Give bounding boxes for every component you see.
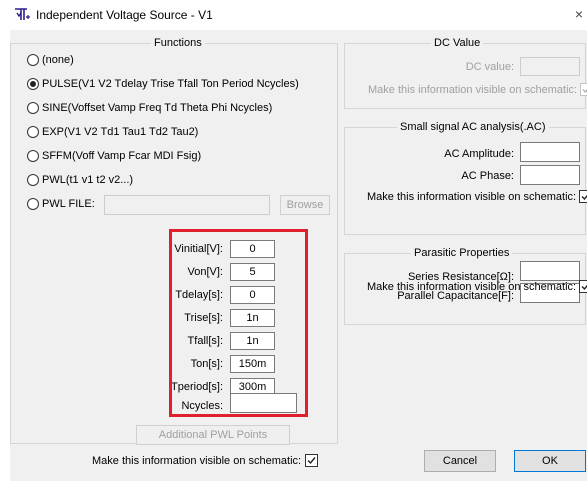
dc-value-group: DC Value [344,37,586,109]
radio-pulse-button[interactable] [27,78,39,90]
radio-pulse[interactable]: PULSE(V1 V2 Tdelay Trise Tfall Ton Perio… [27,78,299,90]
additional-pwl-points-button[interactable]: Additional PWL Points [136,425,290,445]
ac-analysis-group-title: Small signal AC analysis(.AC) [397,121,549,133]
radio-pulse-label: PULSE(V1 V2 Tdelay Trise Tfall Ton Perio… [42,78,299,90]
dc-visible-label: Make this information visible on schemat… [368,83,578,96]
ok-button[interactable]: OK [514,450,586,472]
title-bar: Independent Voltage Source - V1 × [0,0,587,30]
window-title: Independent Voltage Source - V1 [36,8,213,22]
radio-exp-button[interactable] [27,126,39,138]
radio-exp-label: EXP(V1 V2 Td1 Tau1 Td2 Tau2) [42,126,199,138]
ac-amplitude-label: AC Amplitude: [444,148,514,160]
close-icon[interactable]: × [575,6,583,22]
radio-pwl-label: PWL(t1 v1 t2 v2...) [42,174,134,186]
dc-value-label: DC value: [465,61,514,73]
radio-exp[interactable]: EXP(V1 V2 Td1 Tau1 Td2 Tau2) [27,126,198,138]
radio-none-button[interactable] [27,54,39,66]
radio-pwl-button[interactable] [27,174,39,186]
ac-visible-row: Make this information visible on schemat… [367,190,587,203]
ac-visible-checkbox[interactable] [579,190,587,203]
series-resistance-input[interactable] [520,261,580,281]
parasitic-visible-checkbox[interactable] [579,280,587,293]
radio-pwl[interactable]: PWL(t1 v1 t2 v2...) [27,174,133,186]
radio-pwl-file-label: PWL FILE: [42,198,95,210]
dc-visible-checkbox[interactable] [580,83,587,96]
ac-phase-input[interactable] [520,165,580,185]
radio-none[interactable]: (none) [27,54,74,66]
check-icon [307,457,316,465]
ac-phase-label: AC Phase: [461,170,514,182]
cancel-button[interactable]: Cancel [424,450,496,472]
radio-pwl-file[interactable]: PWL FILE: [27,198,95,210]
parasitic-group-title: Parasitic Properties [411,247,513,259]
check-icon [581,194,587,201]
radio-sffm-label: SFFM(Voff Vamp Fcar MDI Fsig) [42,150,202,162]
ac-visible-label: Make this information visible on schemat… [367,190,577,203]
ac-amplitude-input[interactable] [520,142,580,162]
functions-visible-row: Make this information visible on schemat… [92,454,319,467]
radio-sine[interactable]: SINE(Voffset Vamp Freq Td Theta Phi Ncyc… [27,102,272,114]
parasitic-visibility: Make this information visible on schemat… [367,280,587,293]
dc-value-group-title: DC Value [431,37,484,49]
radio-sffm[interactable]: SFFM(Voff Vamp Fcar MDI Fsig) [27,150,201,162]
check-icon [582,89,587,94]
radio-sffm-button[interactable] [27,150,39,162]
voltage-source-app-icon [15,8,30,20]
functions-group-title: Functions [151,37,205,49]
radio-pwl-file-button[interactable] [27,198,39,210]
browse-button[interactable]: Browse [280,195,330,215]
functions-visible-label: Make this information visible on schemat… [92,454,302,467]
radio-none-label: (none) [42,54,74,66]
dc-visible-row: Make this information visible on schemat… [368,83,587,96]
dc-value-input[interactable] [520,57,580,76]
parasitic-visible-label: Make this information visible on schemat… [367,280,577,293]
radio-sine-button[interactable] [27,102,39,114]
pwl-file-input[interactable] [104,195,270,215]
radio-sine-label: SINE(Voffset Vamp Freq Td Theta Phi Ncyc… [42,102,273,114]
parameters-highlight-box [169,229,308,417]
dialog-body: Functions (none) PULSE(V1 V2 Tdelay Tris… [10,30,587,481]
functions-visible-checkbox[interactable] [305,454,319,467]
check-icon [581,284,587,291]
